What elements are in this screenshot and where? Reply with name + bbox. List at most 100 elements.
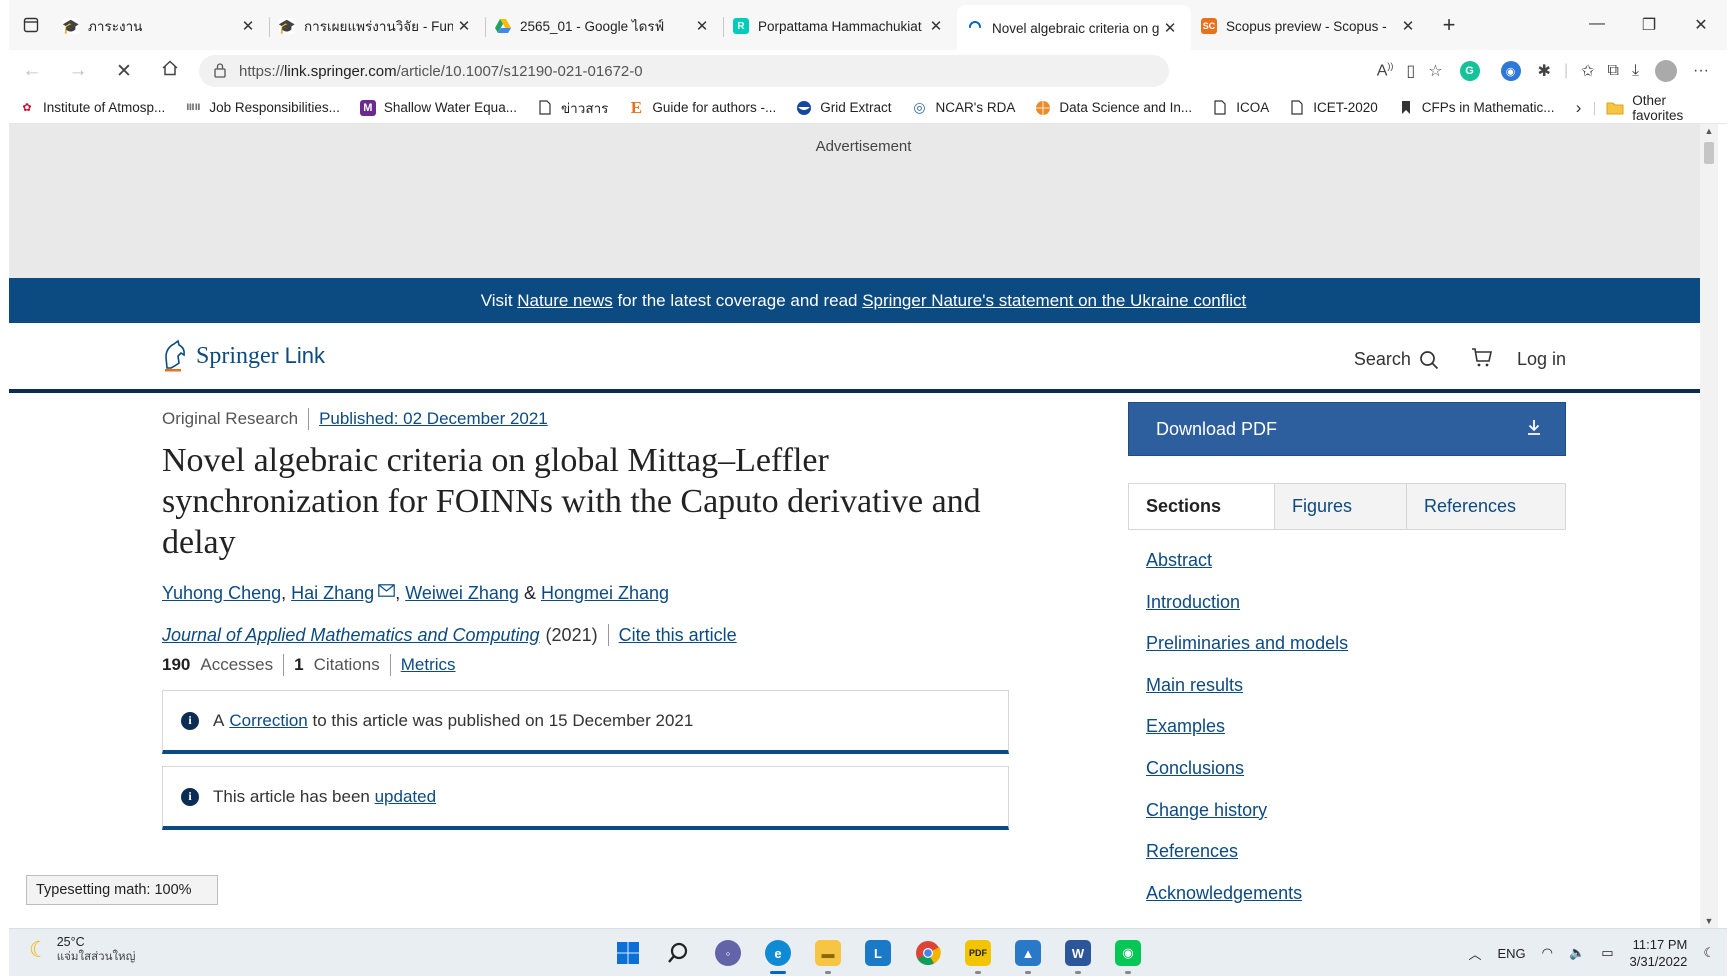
forward-icon[interactable]: → bbox=[55, 60, 101, 82]
chevron-right-icon[interactable]: › bbox=[1565, 98, 1593, 118]
published-date-link[interactable]: Published: 02 December 2021 bbox=[319, 409, 548, 429]
chat-icon[interactable]: ◦ bbox=[703, 935, 753, 971]
home-icon[interactable] bbox=[147, 59, 193, 83]
ukraine-statement-link[interactable]: Springer Nature's statement on the Ukrai… bbox=[862, 291, 1246, 310]
window-close-icon[interactable]: ✕ bbox=[1675, 15, 1727, 35]
author-link[interactable]: Hongmei Zhang bbox=[541, 583, 669, 603]
cite-article-link[interactable]: Cite this article bbox=[619, 625, 737, 646]
browser-tab[interactable]: R Porpattama Hammachukiat ✕ bbox=[723, 6, 957, 46]
browser-tab[interactable]: 🎓 การเผยแพร่งานวิจัย - Fund ✕ bbox=[269, 6, 485, 46]
section-link-preliminaries[interactable]: Preliminaries and models bbox=[1146, 633, 1348, 653]
tab-figures[interactable]: Figures bbox=[1274, 484, 1406, 529]
metrics-link[interactable]: Metrics bbox=[401, 655, 456, 675]
downloads-icon[interactable]: ⤓ bbox=[1632, 62, 1639, 80]
close-icon[interactable]: ✕ bbox=[1159, 19, 1181, 37]
section-link-change-history[interactable]: Change history bbox=[1146, 800, 1267, 820]
section-link-main-results[interactable]: Main results bbox=[1146, 675, 1243, 695]
scroll-up-icon[interactable]: ▲ bbox=[1700, 126, 1718, 136]
edge-icon[interactable]: e bbox=[753, 935, 803, 974]
volume-icon[interactable]: 🔈 bbox=[1569, 945, 1585, 961]
tab-references[interactable]: References bbox=[1406, 484, 1565, 529]
nature-news-link[interactable]: Nature news bbox=[517, 291, 612, 310]
other-favorites[interactable]: | Other favorites bbox=[1593, 93, 1727, 123]
tab-sections[interactable]: Sections bbox=[1129, 484, 1274, 529]
search-icon[interactable] bbox=[653, 935, 703, 971]
login-link[interactable]: Log in bbox=[1517, 349, 1566, 370]
favorite-item[interactable]: Grid Extract bbox=[786, 100, 901, 116]
close-icon[interactable]: ✕ bbox=[237, 17, 259, 35]
search-button[interactable]: Search bbox=[1354, 349, 1439, 370]
favorite-item[interactable]: CFPs in Mathematic... bbox=[1388, 100, 1565, 116]
browser-tab[interactable]: 🎓 ภาระงาน ✕ bbox=[53, 6, 269, 46]
close-icon[interactable]: ✕ bbox=[1397, 17, 1419, 35]
close-icon[interactable]: ✕ bbox=[925, 17, 947, 35]
collections-icon[interactable]: ⧉ bbox=[1608, 62, 1619, 80]
l-app-icon[interactable]: L bbox=[853, 935, 903, 971]
browser-tab-active[interactable]: Novel algebraic criteria on g ✕ bbox=[957, 5, 1191, 51]
grammarly-icon[interactable]: G bbox=[1456, 57, 1484, 85]
favorite-item[interactable]: ICET-2020 bbox=[1279, 100, 1388, 116]
favorite-item[interactable]: ⅢⅡ Job Responsibilities... bbox=[175, 100, 350, 116]
wifi-icon[interactable]: ◠ bbox=[1542, 945, 1553, 961]
page-scrollbar[interactable]: ▲ ▼ bbox=[1700, 124, 1718, 928]
immersive-reader-icon[interactable]: ▯ bbox=[1406, 61, 1415, 81]
favorite-item[interactable]: ข่าวสาร bbox=[527, 97, 618, 119]
battery-icon[interactable]: ▭ bbox=[1601, 945, 1613, 961]
favorite-item[interactable]: Data Science and In... bbox=[1025, 100, 1202, 116]
weather-widget[interactable]: ☾ 25°C แจ่มใสส่วนใหญ่ bbox=[29, 935, 135, 965]
tab-actions-icon[interactable] bbox=[9, 0, 53, 50]
author-link[interactable]: Hai Zhang bbox=[291, 583, 374, 603]
section-link-abstract[interactable]: Abstract bbox=[1146, 550, 1212, 570]
start-button[interactable] bbox=[603, 935, 653, 971]
focus-assist-icon[interactable]: ☾ bbox=[1703, 945, 1715, 961]
lock-icon[interactable] bbox=[213, 62, 239, 81]
new-tab-button[interactable]: + bbox=[1429, 12, 1469, 38]
scroll-down-icon[interactable]: ▼ bbox=[1700, 916, 1718, 926]
section-link-introduction[interactable]: Introduction bbox=[1146, 592, 1240, 612]
favorite-item[interactable]: ◎ NCAR's RDA bbox=[902, 99, 1026, 116]
clock[interactable]: 11:17 PM 3/31/2022 bbox=[1630, 936, 1688, 970]
read-aloud-icon[interactable]: A)) bbox=[1377, 61, 1394, 80]
line-icon[interactable]: ◉ bbox=[1103, 935, 1153, 974]
back-icon[interactable]: ← bbox=[9, 60, 55, 82]
author-link[interactable]: Yuhong Cheng bbox=[162, 583, 281, 603]
browser-tab[interactable]: 2565_01 - Google ไดรฟ์ ✕ bbox=[485, 6, 723, 46]
springer-link-logo[interactable]: Springer Link bbox=[162, 339, 325, 373]
section-link-acknowledgements[interactable]: Acknowledgements bbox=[1146, 883, 1302, 903]
favorite-item[interactable]: ✿ Institute of Atmosp... bbox=[9, 100, 175, 116]
restore-icon[interactable]: ❐ bbox=[1623, 15, 1675, 35]
stop-loading-icon[interactable]: ✕ bbox=[101, 60, 147, 83]
word-icon[interactable]: W bbox=[1053, 935, 1103, 974]
section-link-conclusions[interactable]: Conclusions bbox=[1146, 758, 1244, 778]
close-icon[interactable]: ✕ bbox=[691, 17, 713, 35]
correction-link[interactable]: Correction bbox=[229, 711, 307, 731]
email-icon[interactable] bbox=[378, 581, 395, 602]
minimize-icon[interactable]: — bbox=[1571, 15, 1623, 35]
chrome-icon[interactable] bbox=[903, 935, 953, 971]
profile-avatar[interactable] bbox=[1652, 57, 1680, 85]
updated-link[interactable]: updated bbox=[375, 787, 436, 807]
file-explorer-icon[interactable]: ▬ bbox=[803, 935, 853, 974]
favorites-icon[interactable]: ✩ bbox=[1581, 61, 1594, 81]
chevron-up-icon[interactable]: ︿ bbox=[1468, 944, 1481, 963]
more-options-icon[interactable]: ··· bbox=[1693, 62, 1709, 80]
pdf-app-icon[interactable]: PDF bbox=[953, 935, 1003, 974]
cart-icon[interactable] bbox=[1463, 347, 1493, 372]
photos-icon[interactable]: ▲ bbox=[1003, 935, 1053, 974]
download-pdf-button[interactable]: Download PDF bbox=[1128, 402, 1566, 456]
favorite-item[interactable]: E Guide for authors -... bbox=[618, 98, 786, 117]
scrollbar-thumb[interactable] bbox=[1704, 142, 1714, 164]
favorite-item[interactable]: M Shallow Water Equa... bbox=[350, 99, 527, 116]
add-favorite-icon[interactable]: ☆ bbox=[1428, 61, 1442, 81]
section-link-references[interactable]: References bbox=[1146, 841, 1238, 861]
section-link-examples[interactable]: Examples bbox=[1146, 716, 1225, 736]
translate-icon[interactable]: ◉ bbox=[1497, 57, 1525, 85]
language-indicator[interactable]: ENG bbox=[1498, 946, 1526, 961]
favorite-item[interactable]: ICOA bbox=[1202, 100, 1279, 116]
close-icon[interactable]: ✕ bbox=[453, 17, 475, 35]
browser-tab[interactable]: SC Scopus preview - Scopus - ✕ bbox=[1191, 6, 1429, 46]
url-field[interactable]: https://link.springer.com/article/10.100… bbox=[199, 55, 1169, 87]
author-link[interactable]: Weiwei Zhang bbox=[405, 583, 519, 603]
extensions-icon[interactable]: ✱ bbox=[1538, 61, 1551, 81]
journal-link[interactable]: Journal of Applied Mathematics and Compu… bbox=[162, 625, 540, 646]
